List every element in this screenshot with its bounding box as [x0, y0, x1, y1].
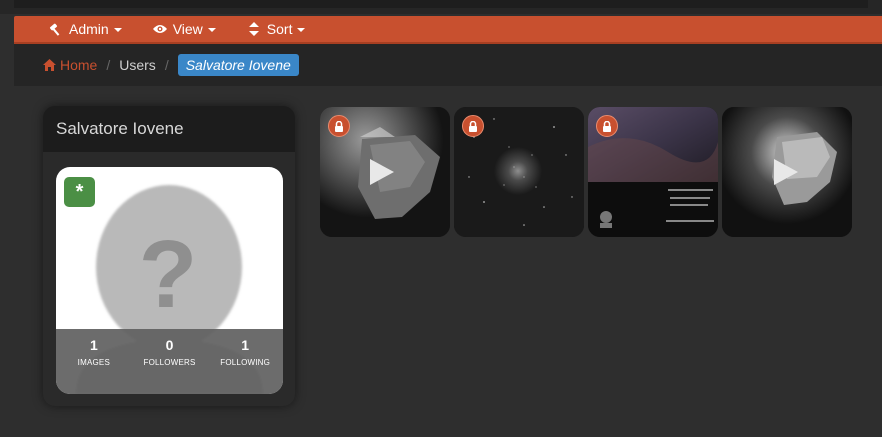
play-icon [370, 159, 394, 185]
play-icon [774, 159, 798, 185]
sort-menu-label: Sort [266, 21, 293, 37]
home-icon [43, 59, 56, 71]
image-thumbnail[interactable] [454, 107, 584, 237]
profile-name: Salvatore Iovene [43, 106, 295, 152]
profile-card: Salvatore Iovene ? * 1 IMAGES 0 FOLLOWER… [43, 106, 295, 406]
stat-images[interactable]: 1 IMAGES [56, 329, 132, 394]
admin-menu[interactable]: Admin [48, 21, 122, 37]
breadcrumb-current: Salvatore Iovene [177, 54, 299, 76]
member-badge: * [64, 177, 95, 207]
stat-followers[interactable]: 0 FOLLOWERS [132, 329, 208, 394]
window-top-strip [0, 0, 882, 14]
stat-value: 1 [89, 337, 98, 353]
breadcrumb-home[interactable]: Home [43, 57, 97, 73]
view-menu[interactable]: View [152, 21, 216, 37]
stat-value: 1 [241, 337, 250, 353]
svg-text:?: ? [139, 221, 198, 328]
stat-value: 0 [165, 337, 174, 353]
stat-following[interactable]: 1 FOLLOWING [207, 329, 283, 394]
image-thumbnail[interactable] [722, 107, 852, 237]
admin-menu-label: Admin [69, 21, 109, 37]
breadcrumb-separator: / [164, 57, 169, 73]
stat-label: IMAGES [77, 358, 110, 367]
breadcrumb-users[interactable]: Users [119, 57, 156, 73]
chevron-down-icon [113, 28, 122, 32]
lock-icon [596, 115, 618, 137]
view-menu-label: View [172, 21, 203, 37]
chevron-down-icon [297, 28, 306, 32]
lock-icon [328, 115, 350, 137]
sort-icon [246, 22, 262, 36]
breadcrumb-separator: / [106, 57, 111, 73]
stat-label: FOLLOWING [220, 358, 271, 367]
chevron-down-icon [207, 28, 216, 32]
gavel-icon [48, 22, 64, 36]
image-thumbnail[interactable] [588, 107, 718, 237]
image-thumbnail[interactable] [320, 107, 450, 237]
breadcrumb: Home / Users / Salvatore Iovene [14, 44, 882, 86]
breadcrumb-home-label: Home [60, 57, 98, 73]
avatar[interactable]: ? * 1 IMAGES 0 FOLLOWERS 1 FOLLOWING [56, 167, 283, 394]
eye-icon [152, 22, 168, 36]
lock-icon [462, 115, 484, 137]
sort-menu[interactable]: Sort [246, 21, 306, 37]
profile-stats: 1 IMAGES 0 FOLLOWERS 1 FOLLOWING [56, 329, 283, 394]
top-navbar: Admin View Sort [14, 16, 882, 44]
stat-label: FOLLOWERS [143, 358, 196, 367]
